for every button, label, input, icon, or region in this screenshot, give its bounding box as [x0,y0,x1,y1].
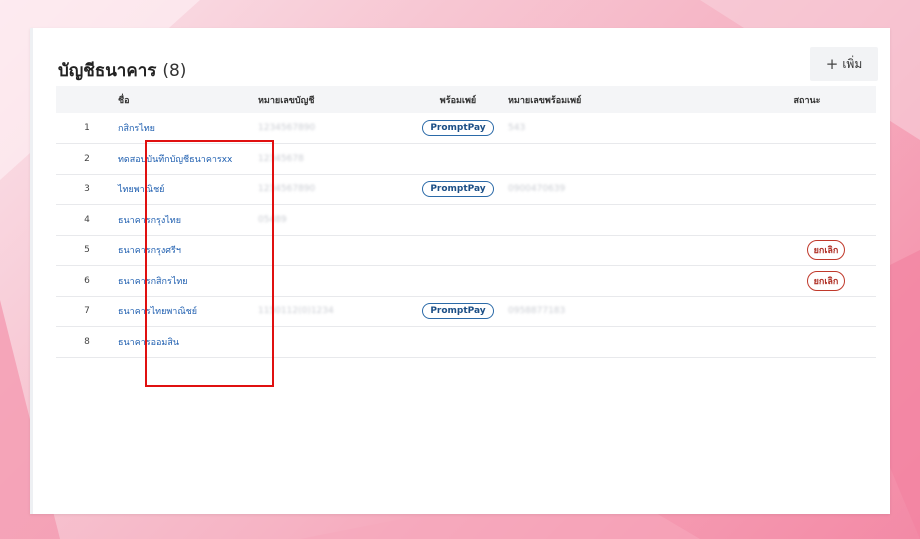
plus-icon: + [825,54,839,73]
status-badge: ยกเลิก [806,270,846,291]
promptpay-number-cell: 0958877183 [508,306,566,317]
status-cell [738,174,876,205]
status-cell [738,296,876,327]
promptpay-cell: PromptPay [408,174,508,205]
promptpay-number-cell: 543 [508,123,526,133]
header-number [56,86,118,113]
row-number: 2 [84,153,90,164]
account-number-cell [258,266,408,297]
page-title: บัญชีธนาคาร (8) [58,57,186,84]
promptpay-badge: PromptPay [422,181,494,198]
card-edge [30,28,33,514]
promptpay-cell [408,144,508,175]
row-number: 5 [84,245,90,256]
status-cell [738,144,876,175]
promptpay-cell [408,235,508,266]
status-cell [738,113,876,144]
header-account-number[interactable]: หมายเลขบัญชี [258,86,408,113]
highlight-box [145,140,274,387]
account-number-cell: 05489 [258,214,287,225]
status-cell: ยกเลิก [738,235,876,266]
header-promptpay[interactable]: พร้อมเพย์ [408,86,508,113]
table-row[interactable]: 1 กสิกรไทย 1234567890 PromptPay 543 [56,113,876,144]
row-number: 3 [84,184,90,195]
row-number: 1 [84,123,90,133]
add-button-label: เพิ่ม [842,56,863,71]
promptpay-number-cell [508,266,738,297]
account-number-cell: 1234567890 [258,123,316,133]
page-title-text: บัญชีธนาคาร [58,61,157,81]
row-number: 8 [84,336,90,347]
header-promptpay-number[interactable]: หมายเลขพร้อมเพย์ [508,86,738,113]
promptpay-cell [408,205,508,236]
promptpay-number-cell [508,235,738,266]
status-cell: ยกเลิก [738,266,876,297]
promptpay-cell [408,327,508,358]
account-number-cell: 1234567890 [258,184,316,195]
table-header-row: ชื่อ หมายเลขบัญชี พร้อมเพย์ หมายเลขพร้อม… [56,86,876,113]
header-status[interactable]: สถานะ [738,86,876,113]
add-account-button[interactable]: + เพิ่ม [810,47,878,81]
promptpay-cell: PromptPay [408,113,508,144]
promptpay-number-cell [508,205,738,236]
status-cell [738,327,876,358]
header-name[interactable]: ชื่อ [118,86,258,113]
promptpay-badge: PromptPay [422,120,494,136]
promptpay-cell: PromptPay [408,296,508,327]
bank-accounts-card: บัญชีธนาคาร (8) + เพิ่ม ชื่อ หมายเลขบัญช… [30,28,890,514]
account-count: (8) [162,61,187,81]
row-number: 7 [84,306,90,317]
promptpay-number-cell [508,144,738,175]
row-number: 6 [84,275,90,286]
account-number-cell [258,327,408,358]
bank-name-link[interactable]: กสิกรไทย [118,124,155,134]
account-number-cell: 1150112(0)1234 [258,306,334,317]
account-number-cell: 12345678 [258,153,304,164]
promptpay-cell [408,266,508,297]
bank-name-cell: กสิกรไทย [118,113,258,144]
promptpay-number-cell [508,327,738,358]
status-badge: ยกเลิก [806,240,846,261]
promptpay-badge: PromptPay [422,303,494,320]
status-cell [738,205,876,236]
account-number-cell [258,235,408,266]
row-number: 4 [84,214,90,225]
promptpay-number-cell: 0900470639 [508,184,566,195]
